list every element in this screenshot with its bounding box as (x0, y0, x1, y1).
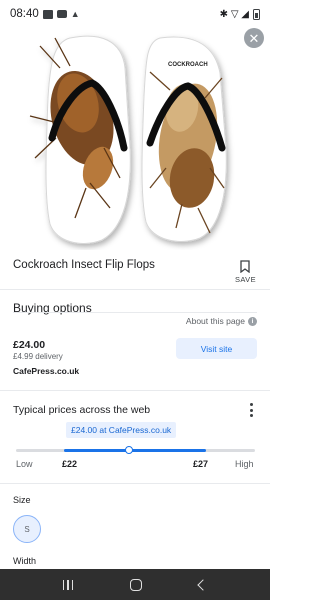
width-heading: Width (13, 556, 37, 566)
system-nav-bar (0, 569, 270, 600)
image-brand-text: COCKROACH (168, 62, 208, 68)
status-time: 08:40 (10, 8, 39, 20)
price-range-fill (64, 449, 206, 452)
typical-prices-heading: Typical prices across the web (13, 404, 151, 416)
back-button[interactable] (197, 578, 210, 591)
close-icon: ✕ (248, 30, 260, 46)
close-button[interactable]: ✕ (244, 28, 264, 48)
offer-store[interactable]: CafePress.co.uk (13, 366, 79, 376)
divider (13, 312, 257, 313)
section-divider (0, 483, 270, 489)
right-flip-flop: COCKROACH (141, 36, 227, 242)
about-this-page-link[interactable]: About this page i (186, 316, 257, 326)
home-button[interactable] (130, 578, 143, 591)
visit-site-button[interactable]: Visit site (176, 338, 257, 359)
low-value: £22 (62, 459, 78, 469)
offer-price: £24.00 (13, 339, 46, 351)
message-notification-icon (42, 9, 53, 19)
size-heading: Size (13, 495, 31, 505)
recents-button[interactable] (62, 579, 74, 590)
low-label: Low (16, 459, 33, 469)
product-image: COCKROACH (0, 28, 270, 250)
save-label: SAVE (234, 275, 256, 284)
current-price-marker (125, 446, 134, 454)
save-button[interactable]: SAVE (235, 260, 256, 284)
high-value: £27 (193, 459, 209, 469)
section-divider (0, 390, 270, 396)
info-icon: i (248, 316, 257, 326)
size-option-s[interactable]: S (13, 515, 41, 543)
bird-notification-icon: ▲ (70, 9, 80, 19)
battery-icon (253, 8, 260, 20)
high-label: High (235, 459, 254, 469)
bookmark-icon (240, 260, 251, 273)
more-options-icon[interactable] (250, 403, 254, 417)
about-this-page-label: About this page (185, 316, 245, 326)
left-flip-flop (29, 35, 131, 244)
product-header: Cockroach Insect Flip Flops SAVE (0, 250, 270, 290)
offer-delivery: £4.99 delivery (13, 352, 63, 361)
video-notification-icon (56, 10, 67, 18)
flip-flops-illustration: COCKROACH (29, 35, 227, 244)
price-range-track (16, 446, 255, 454)
product-title: Cockroach Insect Flip Flops (13, 259, 155, 271)
status-bar: 08:40 ▲ ✱ ▽ ◢ (0, 0, 270, 28)
status-right-icons: ✱ ▽ ◢ (219, 8, 249, 20)
current-price-tooltip: £24.00 at CafePress.co.uk (66, 422, 177, 438)
